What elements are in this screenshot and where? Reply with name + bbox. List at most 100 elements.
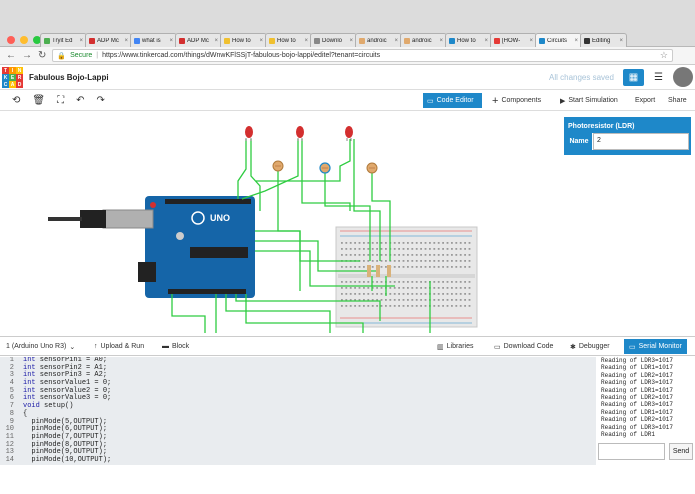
tab-favicon-icon [449, 37, 455, 44]
serial-input[interactable] [598, 443, 665, 460]
tab-label: How to [232, 37, 251, 44]
close-window-icon[interactable] [7, 36, 15, 44]
bug-icon: ✱ [570, 343, 576, 351]
block-button[interactable]: ▬ Block [162, 339, 189, 354]
url-input[interactable]: 🔒 Secure | https://www.tinkercad.com/thi… [52, 49, 673, 62]
name-label: Name [566, 133, 592, 150]
serial-monitor-label: Serial Monitor [638, 343, 682, 350]
lock-icon: 🔒 [57, 52, 67, 60]
tab-close-icon[interactable]: × [304, 38, 308, 44]
serial-line: Reading of LDR3=1017 [601, 357, 674, 364]
browser-tab[interactable]: Editing × [580, 33, 627, 47]
send-button[interactable]: Send [669, 443, 693, 460]
component-inspector: Photoresistor (LDR) Name 2 [564, 117, 691, 155]
forward-icon[interactable]: → [22, 50, 32, 61]
tab-close-icon[interactable]: × [124, 38, 128, 44]
redo-icon[interactable]: ↷ [96, 95, 104, 106]
start-simulation-button[interactable]: ▶ Start Simulation [556, 93, 622, 108]
browser-tab[interactable]: androic × [355, 33, 402, 47]
browser-tab[interactable]: what is × [130, 33, 177, 47]
tab-close-icon[interactable]: × [79, 38, 83, 44]
led-3[interactable] [345, 126, 353, 141]
tab-favicon-icon [44, 37, 50, 44]
components-button[interactable]: + Components [488, 93, 545, 108]
led-1[interactable] [245, 126, 253, 141]
code-toolbar: 1 (Arduino Uno R3) ⌄ ↑ Upload & Run ▬ Bloc… [0, 336, 695, 356]
components-label: Components [501, 97, 542, 104]
serial-line: Reading of LDR1=1017 [601, 408, 674, 416]
tab-label: How to [277, 37, 296, 44]
export-button[interactable]: Export [631, 93, 659, 108]
code-editor-label: Code Editor [436, 97, 474, 104]
serial-line: Reading of LDR3=1017 [601, 379, 674, 387]
save-status: All changes saved [549, 73, 614, 82]
tab-close-icon[interactable]: × [394, 38, 398, 44]
fit-view-icon[interactable]: ⛶ [57, 95, 64, 106]
circuit-view-icon[interactable]: ▦ [623, 69, 644, 86]
device-label: 1 (Arduino Uno R3) [6, 343, 67, 350]
libraries-button[interactable]: ▥ Libraries [437, 339, 473, 354]
debugger-button[interactable]: ✱ Debugger [570, 339, 610, 354]
tinkercad-logo[interactable]: TINKERCAD [2, 67, 23, 88]
download-code-label: Download Code [503, 343, 554, 350]
browser-tab[interactable]: Downlo × [310, 33, 357, 47]
device-select[interactable]: 1 (Arduino Uno R3) ⌄ [6, 339, 75, 354]
download-code-button[interactable]: ▭ Download Code [494, 339, 553, 354]
minimize-window-icon[interactable] [20, 36, 28, 44]
name-field[interactable]: 2 [593, 133, 689, 150]
app-header: TINKERCAD Fabulous Bojo-Lappi All change… [0, 65, 695, 90]
avatar[interactable] [673, 67, 693, 87]
browser-tab[interactable]: ADP Mc × [175, 33, 222, 47]
browser-tab[interactable]: Tryit Ed × [40, 33, 87, 47]
tab-close-icon[interactable]: × [169, 38, 173, 44]
bookmark-star-icon[interactable]: ☆ [660, 50, 668, 61]
serial-line: Reading of LDR2=1017 [601, 371, 674, 379]
browser-tabs: Tryit Ed × ADP Mc × what is × ADP Mc × How to × Ho… [40, 33, 627, 47]
debugger-label: Debugger [578, 343, 610, 350]
tab-favicon-icon [539, 37, 545, 44]
tab-label: How to [457, 37, 476, 44]
browser-tab[interactable]: androic × [400, 33, 447, 47]
editor-toolbar: ⟲ 🗑 ⛶ ↶ ↷ ▭ Code Editor + Components ▶ Star… [0, 90, 695, 111]
tab-close-icon[interactable]: × [484, 38, 488, 44]
tab-close-icon[interactable]: × [349, 38, 353, 44]
tab-close-icon[interactable]: × [259, 38, 263, 44]
browser-tab[interactable]: How to × [220, 33, 267, 47]
upload-run-button[interactable]: ↑ Upload & Run [94, 339, 144, 354]
code-text: setup() [39, 402, 74, 411]
rotate-icon[interactable]: ⟲ [12, 95, 20, 106]
resistors[interactable] [367, 265, 391, 277]
led-2[interactable] [296, 126, 304, 141]
undo-icon[interactable]: ↶ [76, 95, 84, 106]
delete-icon[interactable]: 🗑 [32, 95, 45, 106]
browser-tab[interactable]: Circuits × [535, 33, 582, 47]
serial-monitor-button[interactable]: ▭ Serial Monitor [624, 339, 687, 354]
photoresistor-3[interactable] [366, 162, 378, 174]
logo-letter: R [16, 74, 23, 81]
share-button[interactable]: Share [664, 93, 691, 108]
serial-line: Reading of LDR3=1017 [601, 423, 674, 431]
reload-icon[interactable]: ↻ [38, 50, 46, 61]
code-editor[interactable]: 1 int sensorPin1 = A0; 2 int sensorPin2 = A… [0, 357, 596, 465]
photoresistor-1[interactable] [272, 160, 284, 172]
tab-close-icon[interactable]: × [619, 38, 623, 44]
tab-favicon-icon [494, 37, 500, 44]
tab-close-icon[interactable]: × [214, 38, 218, 44]
browser-tab[interactable]: How to × [445, 33, 492, 47]
project-title[interactable]: Fabulous Bojo-Lappi [29, 73, 109, 82]
libraries-label: Libraries [446, 343, 474, 350]
browser-tab[interactable]: How to × [265, 33, 312, 47]
tab-close-icon[interactable]: × [574, 38, 578, 44]
serial-line: Reading of LDR1=1017 [601, 386, 674, 394]
code-editor-button[interactable]: ▭ Code Editor [423, 93, 482, 108]
tab-close-icon[interactable]: × [439, 38, 443, 44]
arduino-uno-board[interactable]: UNO [48, 196, 255, 298]
browser-tab[interactable]: [HOW- × [490, 33, 537, 47]
browser-tab[interactable]: ADP Mc × [85, 33, 132, 47]
photoresistor-2[interactable] [319, 162, 331, 174]
list-view-icon[interactable]: ☰ [648, 69, 669, 86]
breadboard[interactable] [335, 226, 478, 328]
back-icon[interactable]: ← [6, 50, 16, 61]
tab-close-icon[interactable]: × [529, 38, 533, 44]
block-icon: ▬ [162, 343, 169, 350]
